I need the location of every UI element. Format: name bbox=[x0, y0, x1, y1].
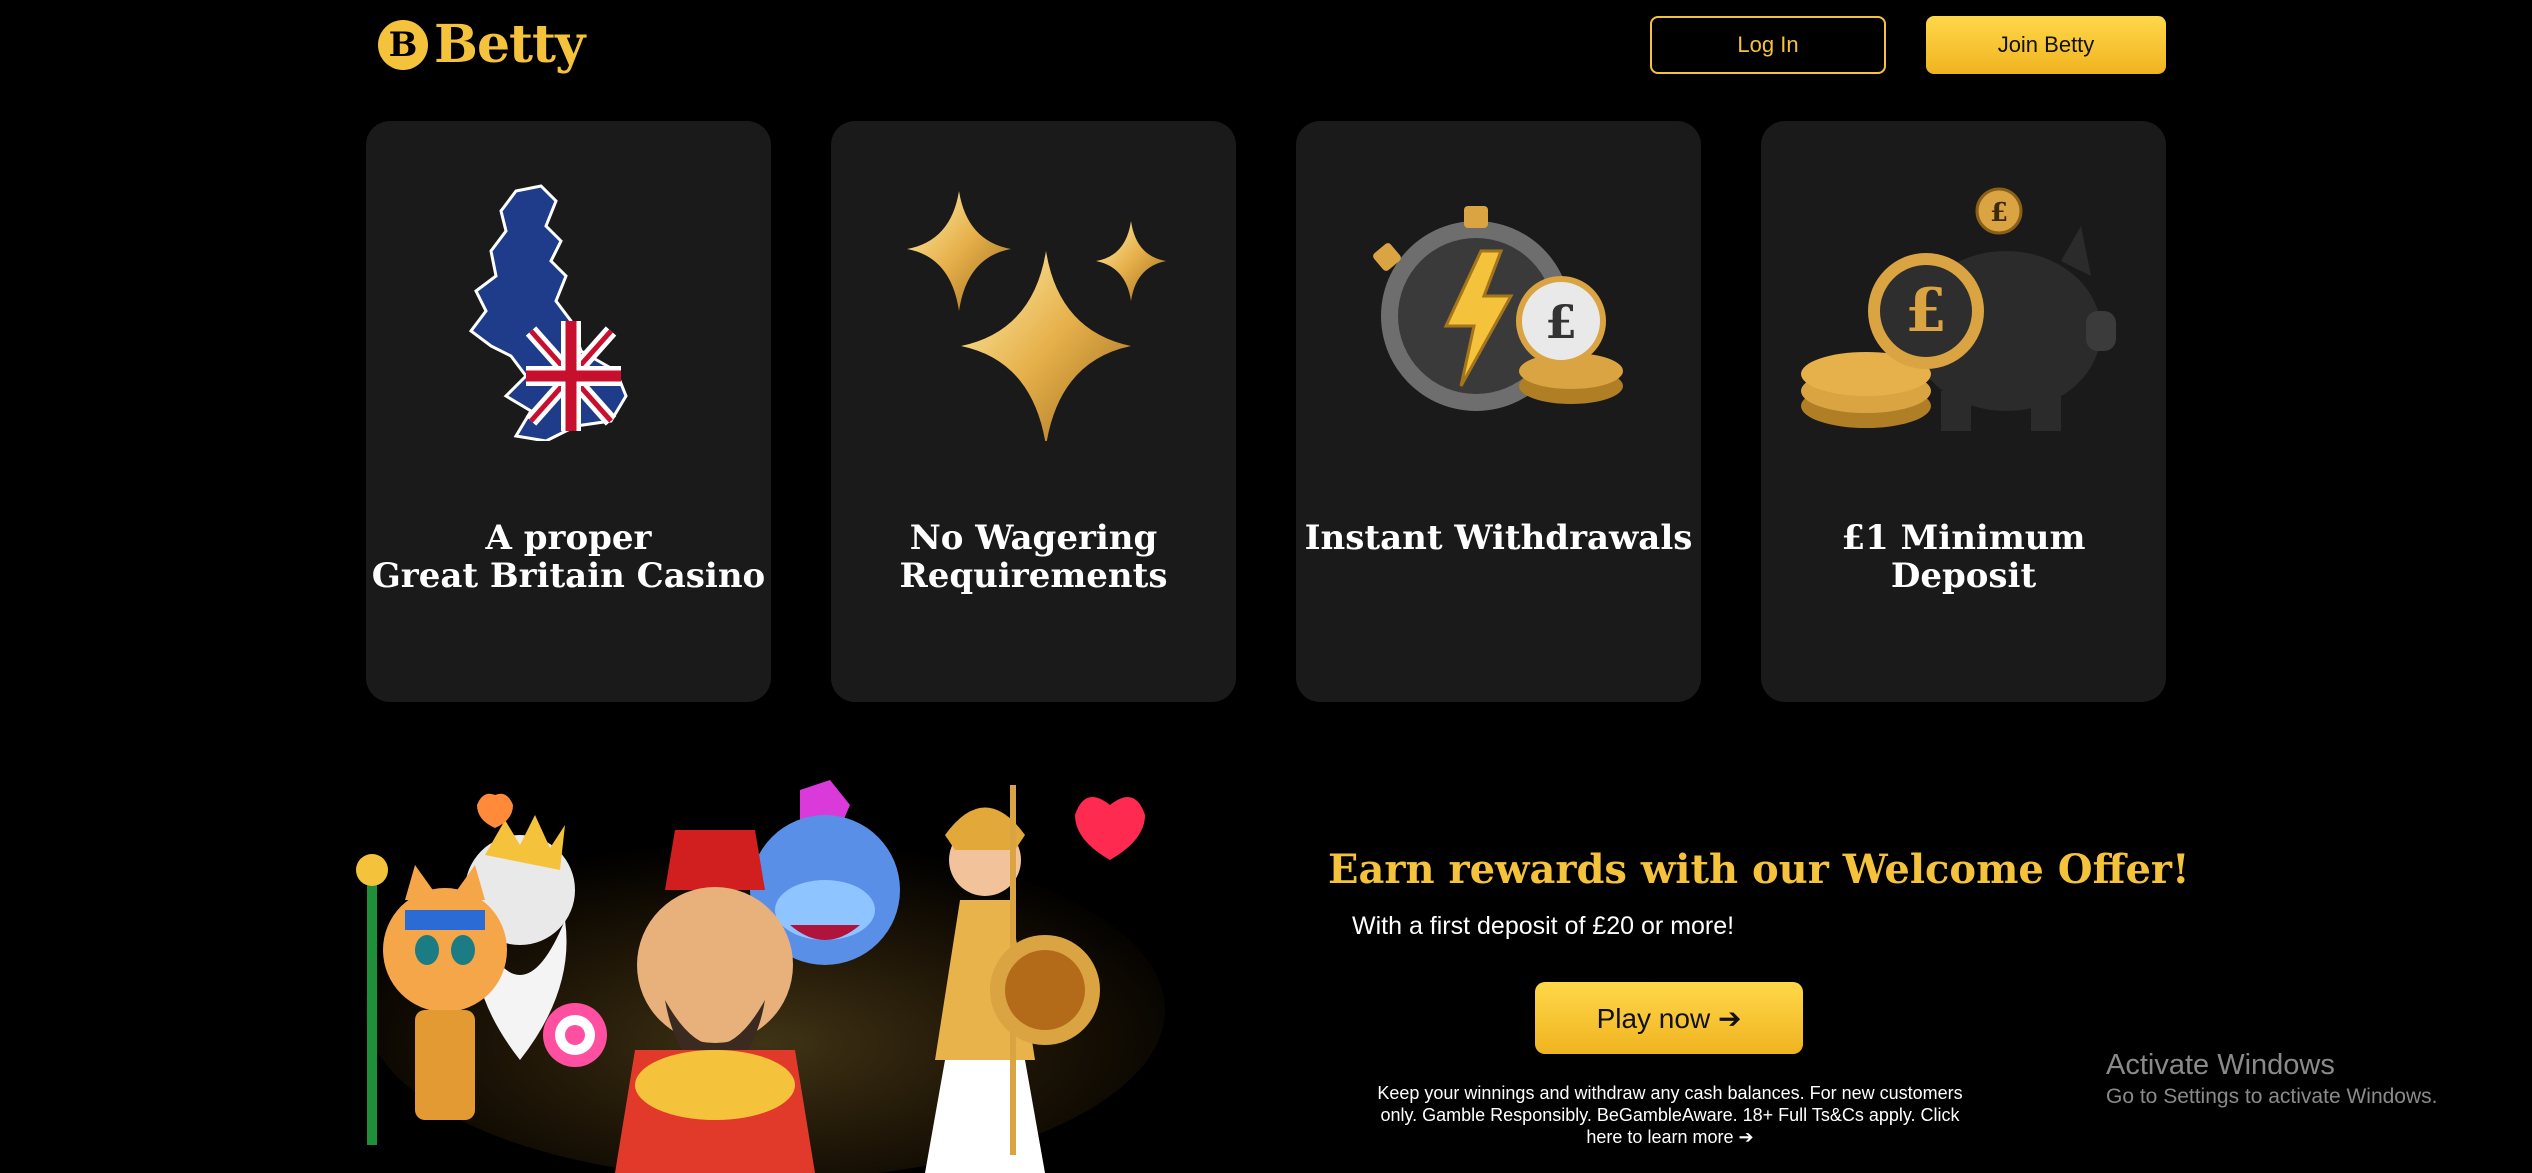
feature-cards: A proper Great Britain Casino No Wagerin… bbox=[366, 121, 2166, 702]
activate-windows-title: Activate Windows bbox=[2106, 1049, 2335, 1081]
feature-title: No Wagering Requirements bbox=[899, 518, 1168, 596]
logo-badge-icon: B bbox=[378, 19, 428, 70]
activate-windows-subtitle: Go to Settings to activate Windows. bbox=[2106, 1085, 2438, 1108]
feature-card-instant-withdrawals: £ Instant Withdrawals bbox=[1296, 121, 1701, 702]
uk-map-icon bbox=[468, 184, 628, 441]
play-now-button[interactable]: Play now ➔ bbox=[1535, 982, 1803, 1054]
slot-characters-illustration bbox=[356, 780, 1165, 1173]
feature-card-minimum-deposit: £ £ £1 Minimum Deposit bbox=[1761, 121, 2166, 702]
piggy-bank-icon: £ £ bbox=[1801, 187, 2116, 431]
betty-logo[interactable]: B Betty bbox=[378, 14, 585, 75]
logo-text: Betty bbox=[434, 14, 585, 75]
sparkles-icon bbox=[907, 191, 1166, 441]
feature-title: A proper Great Britain Casino bbox=[371, 518, 766, 596]
login-button[interactable]: Log In bbox=[1650, 16, 1886, 74]
site-header: B Betty Log In Join Betty bbox=[0, 0, 2532, 100]
promo-title: Earn rewards with our Welcome Offer! bbox=[1328, 846, 2190, 893]
promo-subtitle: With a first deposit of £20 or more! bbox=[1352, 912, 1735, 940]
terms-text[interactable]: Keep your winnings and withdraw any cash… bbox=[1370, 1082, 1970, 1148]
join-button[interactable]: Join Betty bbox=[1926, 16, 2166, 74]
activate-windows-watermark: Activate Windows Go to Settings to activ… bbox=[2106, 1048, 2438, 1112]
feature-title: £1 Minimum Deposit bbox=[1841, 518, 2086, 596]
svg-text:£: £ bbox=[1905, 276, 1947, 346]
feature-card-gb-casino: A proper Great Britain Casino bbox=[366, 121, 771, 702]
feature-card-no-wagering: No Wagering Requirements bbox=[831, 121, 1236, 702]
svg-text:£: £ bbox=[1990, 198, 2008, 228]
svg-text:£: £ bbox=[1545, 295, 1577, 349]
feature-title: Instant Withdrawals bbox=[1304, 518, 1693, 558]
stopwatch-coin-icon: £ bbox=[1373, 206, 1623, 411]
